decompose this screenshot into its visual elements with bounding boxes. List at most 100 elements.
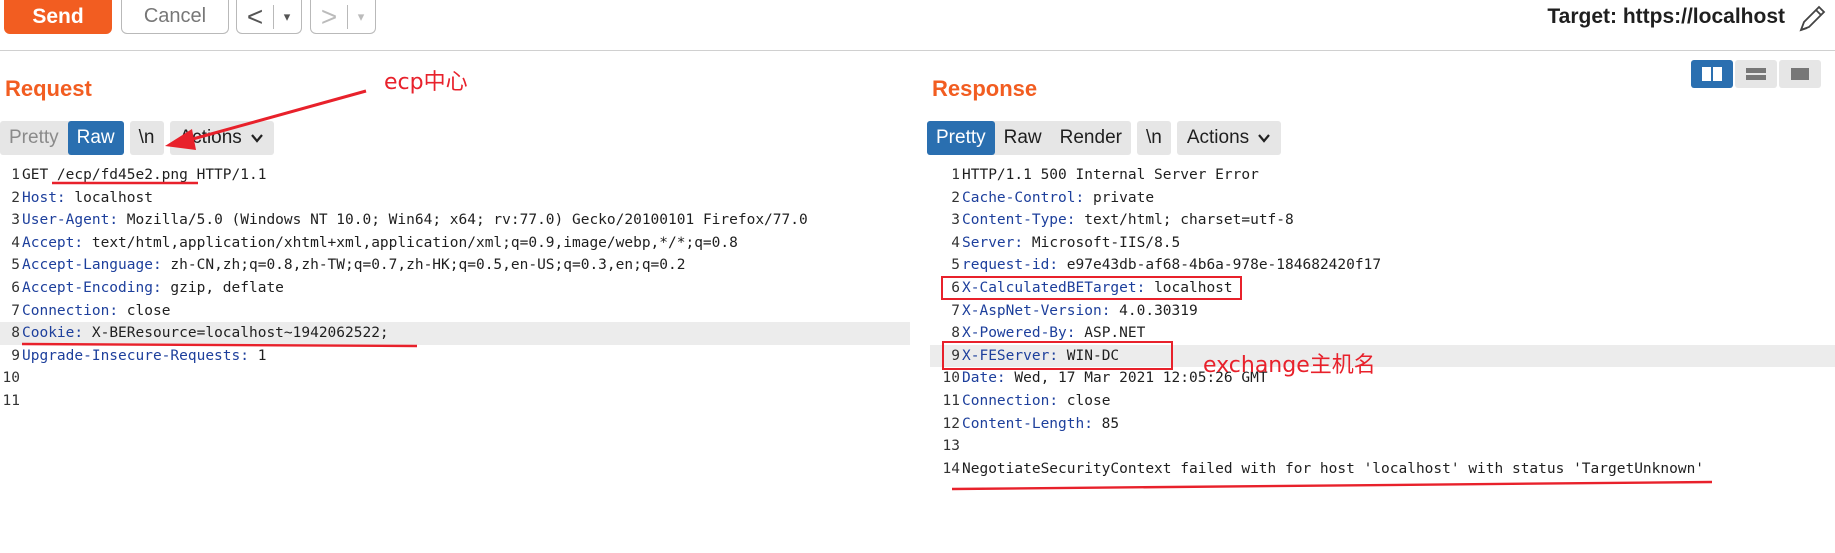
single-pane-view-icon[interactable] (1779, 60, 1821, 88)
line-number: 8 (11, 325, 20, 342)
request-tab-raw[interactable]: Raw (67, 121, 124, 155)
split-vertical-view-icon[interactable] (1735, 60, 1777, 88)
header-name: Cookie (22, 325, 75, 342)
header-value: 85 (1092, 415, 1120, 432)
header-name: Server (962, 234, 1015, 251)
response-actions-label: Actions (1186, 127, 1250, 148)
header-value: ASP.NET (1075, 325, 1146, 342)
line-number: 13 (942, 438, 960, 455)
response-newline-toggle[interactable]: \n (1136, 121, 1171, 155)
editor-line: 14 NegotiateSecurityContext failed with f… (930, 458, 1835, 481)
response-tab-raw[interactable]: Raw (995, 121, 1051, 155)
line-number: 2 (951, 189, 960, 206)
header-name: Connection (22, 302, 110, 319)
header-value: private (1084, 189, 1155, 206)
header-name: Accept-Language (22, 257, 153, 274)
line-number: 10 (2, 370, 20, 387)
editor-line: 1 HTTP/1.1 500 Internal Server Error (930, 164, 1835, 187)
annotation-ecp-label: ecp中心 (384, 70, 468, 95)
editor-line: 11 (0, 390, 910, 413)
editor-line: 12 Content-Length: 85 (930, 413, 1835, 436)
header-value: localhost (65, 189, 153, 206)
line-number: 11 (942, 392, 960, 409)
editor-line: 13 (930, 435, 1835, 458)
line-number: 5 (11, 257, 20, 274)
pencil-icon[interactable] (1795, 2, 1829, 36)
editor-line: 9 Upgrade-Insecure-Requests: 1 (0, 345, 910, 368)
header-value: zh-CN,zh;q=0.8,zh-TW;q=0.7,zh-HK;q=0.5,e… (161, 257, 686, 274)
forward-button[interactable]: > (311, 1, 347, 33)
header-name: Connection (962, 392, 1050, 409)
header-value: text/html; charset=utf-8 (1075, 212, 1294, 229)
header-name: Date (962, 370, 997, 387)
line-number: 6 (11, 279, 20, 296)
back-button[interactable]: < (237, 1, 273, 33)
editor-line: 3 User-Agent: Mozilla/5.0 (Windows NT 10.… (0, 209, 910, 232)
editor-line: 2 Cache-Control: private (930, 187, 1835, 210)
annotation-box-feserver (942, 341, 1173, 370)
response-tab-pretty[interactable]: Pretty (927, 121, 995, 155)
header-value: text/html,application/xhtml+xml,applicat… (83, 234, 738, 251)
target-label: Target: https://localhost (1547, 5, 1785, 28)
line-number: 3 (951, 212, 960, 229)
cancel-button[interactable]: Cancel (121, 0, 229, 34)
header-value: close (118, 302, 171, 319)
split-horizontal-view-icon[interactable] (1691, 60, 1733, 88)
request-view-tabs: Pretty Raw (0, 121, 124, 155)
toolbar: Send Cancel < ▾ > ▾ Target: https://loca… (0, 0, 1835, 51)
line-number: 7 (11, 302, 20, 319)
editor-line: 4 Server: Microsoft-IIS/8.5 (930, 232, 1835, 255)
editor-line: 10 (0, 367, 910, 390)
response-tabbar: Pretty Raw Render \n Actions (927, 121, 1282, 155)
header-name: X-AspNet-Version (962, 302, 1102, 319)
line-text: NegotiateSecurityContext failed with for… (962, 460, 1705, 477)
request-actions-menu[interactable]: Actions (169, 121, 274, 155)
response-editor[interactable]: 1 HTTP/1.1 500 Internal Server Error 2 Cach… (930, 164, 1835, 480)
chevron-down-icon (1258, 134, 1270, 143)
response-view-tabs: Pretty Raw Render (927, 121, 1131, 155)
header-name: User-Agent (22, 212, 110, 229)
header-value: Mozilla/5.0 (Windows NT 10.0; Win64; x64… (118, 212, 808, 229)
line-number: 1 (951, 167, 960, 183)
header-name: Content-Length (962, 415, 1085, 432)
response-actions-menu[interactable]: Actions (1176, 121, 1282, 155)
send-button[interactable]: Send (4, 0, 112, 34)
annotation-exchange-label: exchange主机名 (1203, 353, 1376, 378)
line-number: 4 (951, 234, 960, 251)
header-name: Upgrade-Insecure-Requests (22, 347, 241, 364)
chevron-down-icon (250, 134, 263, 143)
editor-line: 5 request-id: e97e43db-af68-4b6a-978e-184… (930, 254, 1835, 277)
request-editor[interactable]: 1 GET /ecp/fd45e2.png HTTP/1.1 2 Host: loca… (0, 164, 910, 413)
request-newline-toggle[interactable]: \n (129, 121, 164, 155)
header-name: Cache-Control (962, 189, 1076, 206)
line-number: 11 (2, 392, 20, 409)
line-number: 3 (11, 212, 20, 229)
annotation-box-calculated-betarget (941, 276, 1242, 300)
header-name: Accept (22, 234, 75, 251)
response-tab-render[interactable]: Render (1051, 121, 1131, 155)
header-name: Host (22, 189, 57, 206)
header-value: close (1058, 392, 1111, 409)
editor-line: 4 Accept: text/html,application/xhtml+xml… (0, 232, 910, 255)
line-number: 2 (11, 189, 20, 206)
header-value: gzip, deflate (161, 279, 284, 296)
header-name: Content-Type (962, 212, 1067, 229)
editor-line: 3 Content-Type: text/html; charset=utf-8 (930, 209, 1835, 232)
request-tab-pretty[interactable]: Pretty (0, 121, 68, 155)
forward-dropdown-icon[interactable]: ▾ (347, 4, 374, 29)
header-value: 1 (248, 347, 267, 364)
request-title: Request (5, 76, 92, 101)
back-dropdown-icon[interactable]: ▾ (273, 4, 300, 29)
line-text: GET /ecp/fd45e2.png HTTP/1.1 (22, 167, 267, 183)
header-value: Microsoft-IIS/8.5 (1023, 234, 1181, 251)
line-number: 12 (942, 415, 960, 432)
line-number: 10 (942, 370, 960, 387)
history-forward-group: > ▾ (310, 0, 376, 34)
line-number: 9 (11, 347, 20, 364)
response-title: Response (932, 76, 1038, 101)
line-number: 4 (11, 234, 20, 251)
header-value: 4.0.30319 (1110, 302, 1198, 319)
header-name: request-id (962, 257, 1050, 274)
editor-line: 1 GET /ecp/fd45e2.png HTTP/1.1 (0, 164, 910, 187)
editor-line: 7 X-AspNet-Version: 4.0.30319 (930, 300, 1835, 323)
